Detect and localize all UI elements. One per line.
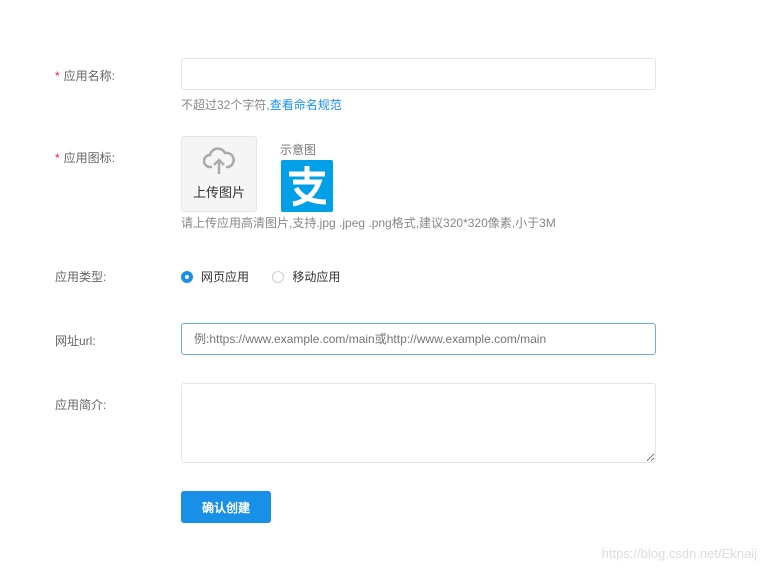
naming-rules-link[interactable]: 查看命名规范 <box>270 98 342 112</box>
app-type-label: 应用类型: <box>55 270 107 284</box>
intro-textarea[interactable] <box>181 383 656 463</box>
upload-image-button[interactable]: 上传图片 <box>181 136 257 212</box>
watermark: https://blog.csdn.net/Eknaij <box>601 546 757 561</box>
radio-checked-icon <box>181 270 193 283</box>
app-icon-label: * 应用图标: <box>55 151 116 165</box>
alipay-sample-icon <box>281 160 333 212</box>
radio-unchecked-icon <box>272 270 285 283</box>
icon-hint: 请上传应用高清图片,支持.jpg .jpeg .png格式,建议320*320像… <box>181 216 556 230</box>
url-input[interactable] <box>181 323 656 355</box>
app-name-input[interactable] <box>181 58 656 90</box>
url-label: 网址url: <box>55 334 96 348</box>
sample-label: 示意图 <box>280 143 317 157</box>
radio-web-app[interactable]: 网页应用 <box>181 268 249 285</box>
app-type-radio-group: 网页应用 移动应用 <box>181 268 340 286</box>
app-name-hint: 不超过32个字符,查看命名规范 <box>181 98 342 112</box>
radio-mobile-app[interactable]: 移动应用 <box>272 268 340 285</box>
confirm-create-button[interactable]: 确认创建 <box>181 491 271 523</box>
intro-label: 应用简介: <box>55 398 107 412</box>
app-name-label: * 应用名称: <box>55 69 116 83</box>
cloud-upload-icon <box>202 147 235 174</box>
